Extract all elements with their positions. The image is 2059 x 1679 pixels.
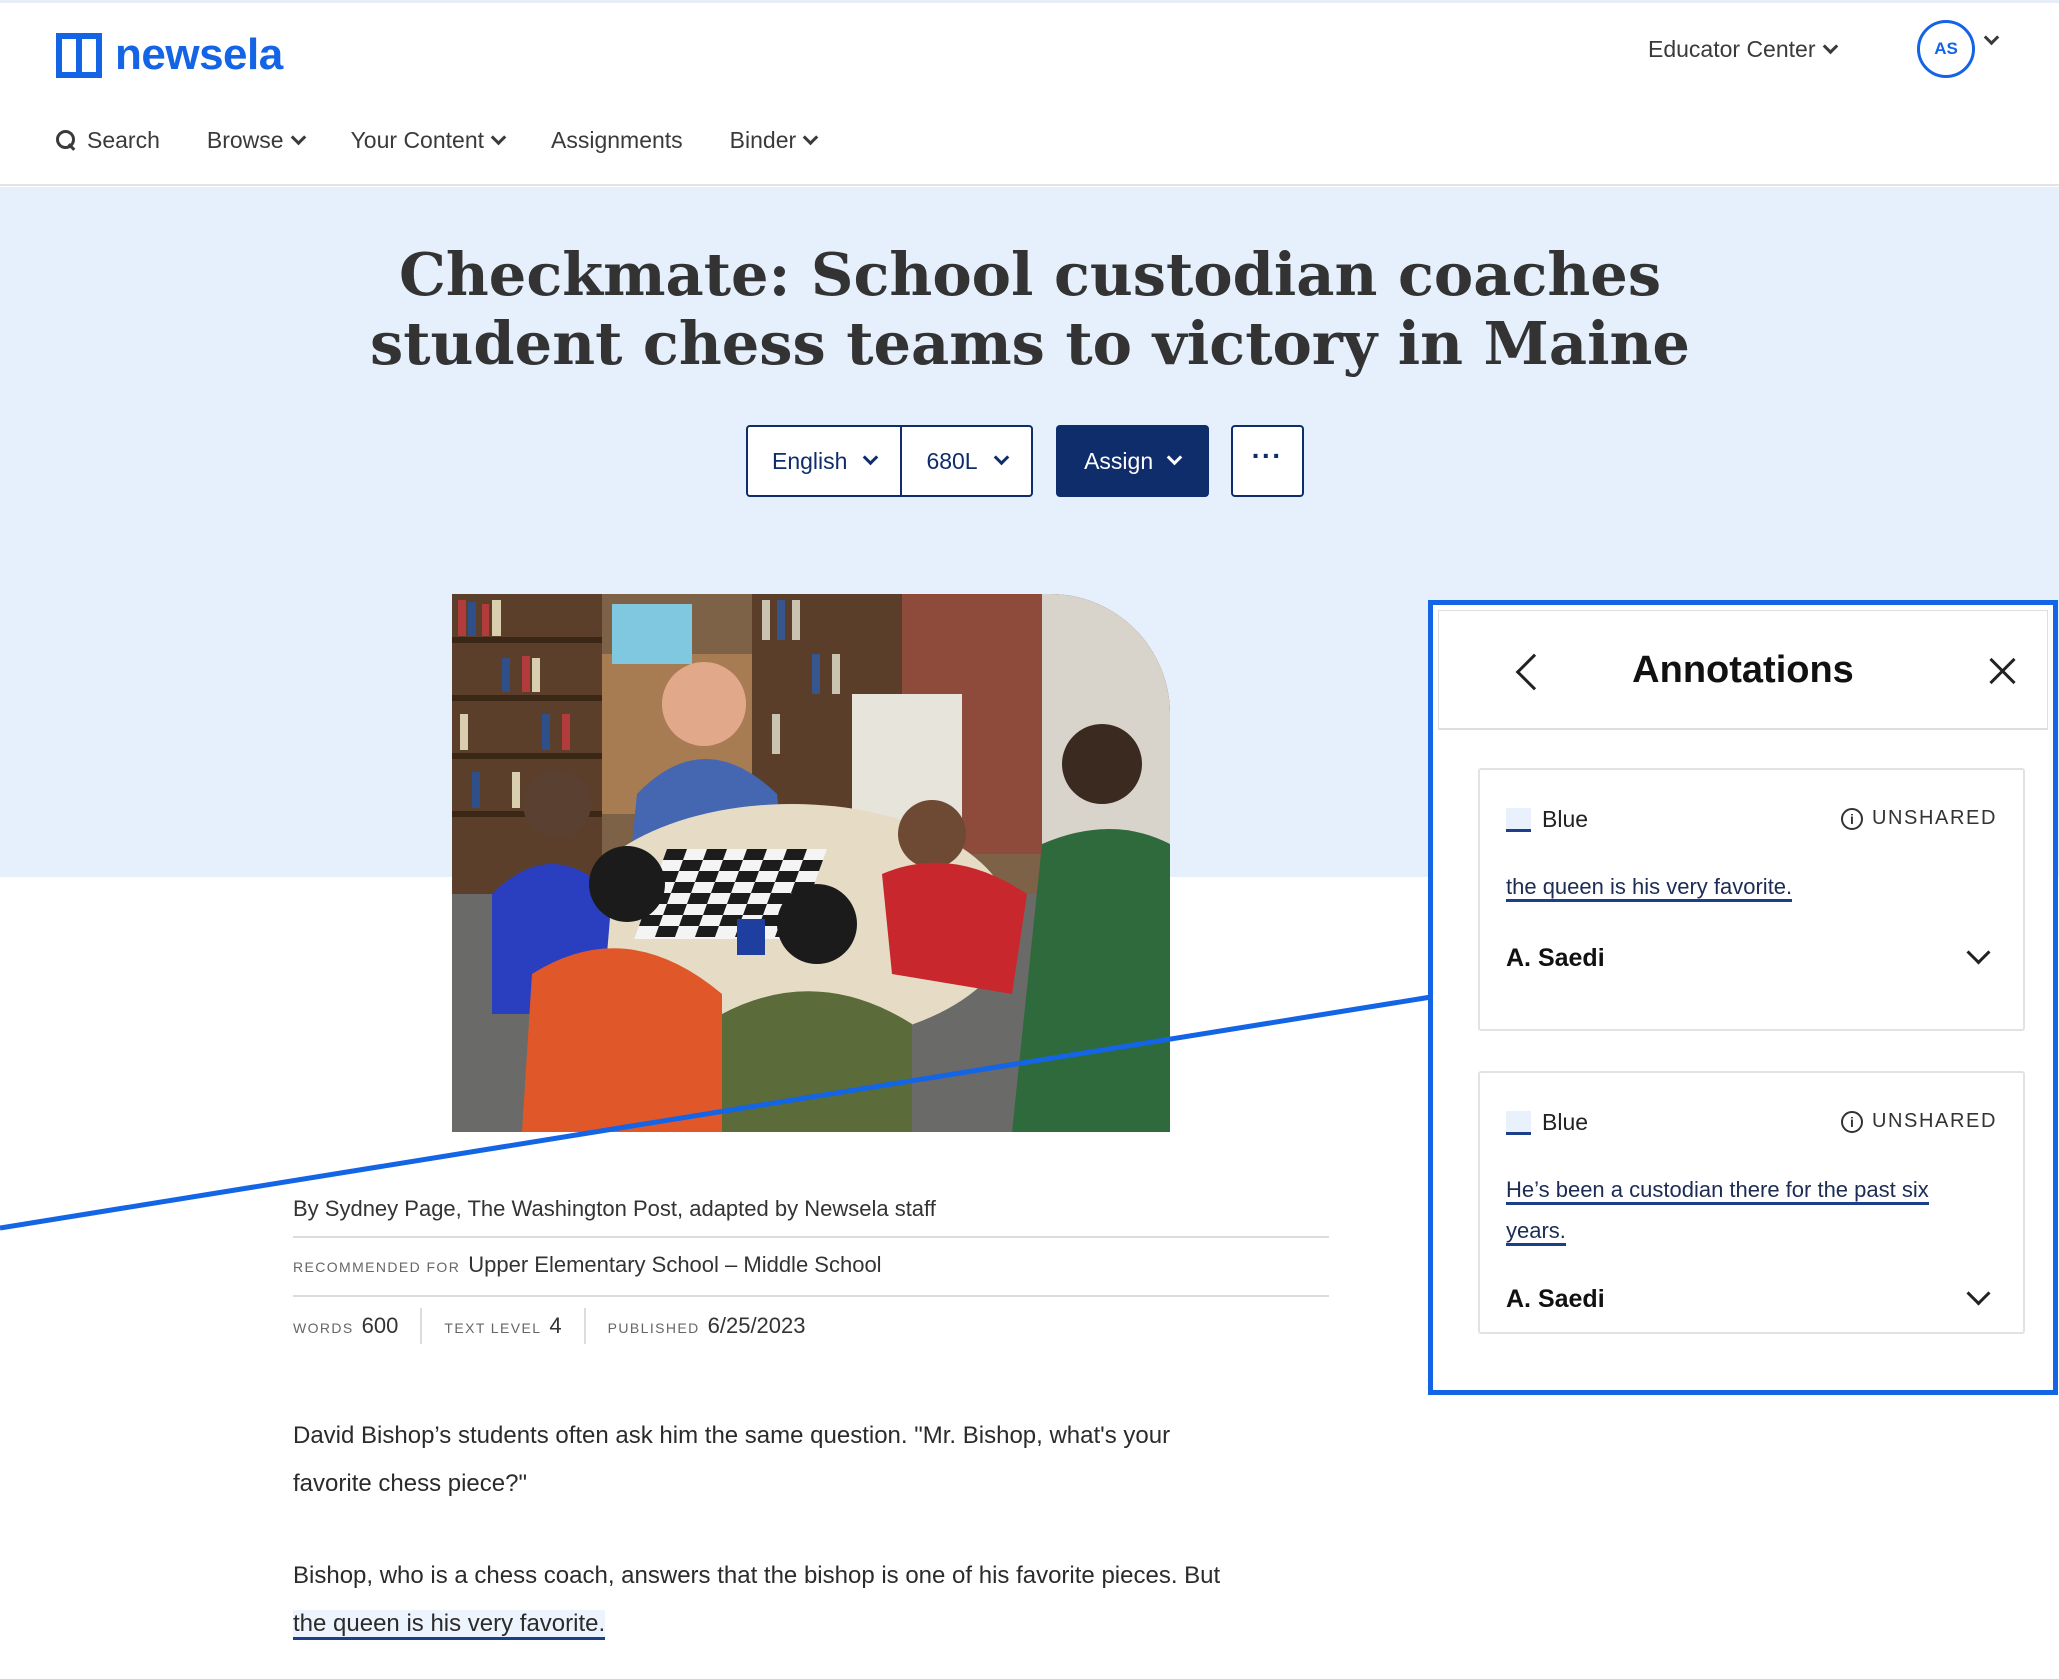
assign-label: Assign: [1084, 447, 1154, 474]
annotation-author: A. Saedi: [1506, 1285, 1605, 1313]
words-value: 600: [361, 1313, 399, 1338]
info-icon: i: [1840, 1110, 1863, 1133]
share-status: i UNSHARED: [1840, 807, 1997, 830]
more-options-button[interactable]: ···: [1230, 425, 1304, 497]
annotation-card[interactable]: Blue i UNSHARED He’s been a custodian th…: [1478, 1071, 2025, 1334]
published-date: Published 6/25/2023: [608, 1313, 806, 1339]
highlight-color-label: Blue: [1542, 806, 1589, 832]
recommended-for-value: Upper Elementary School – Middle School: [468, 1252, 882, 1277]
nav-your-content[interactable]: Your Content: [350, 127, 507, 154]
chevron-down-icon: [490, 129, 507, 145]
text-level-value: 4: [549, 1313, 562, 1338]
divider: [293, 1236, 1329, 1238]
stat-divider: [583, 1308, 586, 1344]
account-chevron-down-icon[interactable]: [1983, 29, 2000, 46]
assign-button[interactable]: Assign: [1055, 425, 1209, 497]
chevron-down-icon: [290, 129, 306, 145]
article-byline: By Sydney Page, The Washington Post, ada…: [293, 1196, 936, 1221]
chevron-down-icon[interactable]: [1966, 940, 1991, 965]
highlight-color-label: Blue: [1542, 1109, 1589, 1135]
avatar-initials: AS: [1934, 39, 1958, 58]
word-count: Words 600: [293, 1313, 398, 1339]
text-level-label: Text level: [444, 1320, 542, 1336]
nav-assignments[interactable]: Assignments: [551, 127, 683, 154]
chevron-down-icon: [802, 129, 819, 145]
chevron-down-icon[interactable]: [1966, 1281, 1991, 1306]
quote-line: the queen is his very favorite.: [1506, 874, 1793, 902]
lexile-dropdown[interactable]: 680L: [900, 427, 1030, 495]
nav-binder[interactable]: Binder: [729, 127, 819, 154]
nav-browse[interactable]: Browse: [206, 127, 306, 154]
annotation-author: A. Saedi: [1506, 944, 1605, 972]
article-photo: [452, 594, 1170, 1132]
annotations-title: Annotations: [1632, 649, 1854, 691]
chevron-down-icon: [993, 449, 1009, 466]
educator-center-label: Educator Center: [1648, 36, 1816, 62]
share-status-label: UNSHARED: [1871, 807, 1997, 829]
nav-search-label: Search: [87, 127, 160, 153]
paragraph-line: favorite chess piece?": [293, 1470, 527, 1497]
nav-your-content-label: Your Content: [350, 127, 484, 153]
highlighted-annotation-text[interactable]: the queen is his very favorite.: [293, 1610, 606, 1640]
search-icon: [56, 129, 78, 152]
close-icon[interactable]: [1987, 656, 2017, 686]
logo-text: newsela: [115, 30, 283, 79]
article-paragraph-2: Bishop, who is a chess coach, answers th…: [293, 1552, 1333, 1648]
annotations-panel-header: Annotations: [1438, 610, 2048, 730]
stat-divider: [420, 1308, 423, 1344]
highlight-color-swatch: [1506, 1111, 1531, 1135]
divider: [293, 1295, 1329, 1297]
chevron-down-icon: [1166, 449, 1183, 466]
article-stats: Words 600 Text level 4 Published 6/25/20…: [293, 1308, 806, 1344]
annotations-panel: Annotations Blue i UNSHARED the queen is…: [1428, 600, 2058, 1395]
share-status-label: UNSHARED: [1871, 1110, 1997, 1132]
newsela-logo-icon: [56, 32, 102, 78]
newsela-logo[interactable]: newsela: [56, 30, 283, 80]
annotation-card[interactable]: Blue i UNSHARED the queen is his very fa…: [1478, 768, 2025, 1031]
recommended-for-label: Recommended for: [293, 1259, 461, 1275]
chevron-down-icon: [863, 449, 879, 466]
quote-line: years.: [1506, 1218, 1566, 1246]
chess-club-photo: [452, 594, 1170, 1132]
site-header: newsela Educator Center AS Search Browse…: [0, 3, 2059, 186]
chevron-down-icon: [1823, 38, 1839, 54]
nav-binder-label: Binder: [729, 127, 797, 153]
recommended-for: Recommended for Upper Elementary School …: [293, 1252, 882, 1278]
paragraph-line: Bishop, who is a chess coach, answers th…: [293, 1562, 1221, 1589]
user-avatar[interactable]: AS: [1917, 20, 1975, 78]
educator-center-menu[interactable]: Educator Center: [1648, 36, 1839, 63]
language-label: English: [772, 447, 848, 474]
article-title-line-2: student chess teams to victory in Maine: [370, 309, 1690, 378]
highlight-color-swatch: [1506, 808, 1531, 832]
language-dropdown[interactable]: English: [748, 427, 900, 495]
main-nav: Search Browse Your Content Assignments B…: [56, 127, 819, 154]
nav-assignments-label: Assignments: [551, 127, 683, 153]
nav-browse-label: Browse: [206, 127, 284, 153]
paragraph-line: David Bishop’s students often ask him th…: [293, 1422, 1171, 1449]
text-level: Text level 4: [444, 1313, 561, 1339]
share-status: i UNSHARED: [1840, 1110, 1997, 1133]
article-controls: English 680L Assign ···: [746, 425, 1304, 497]
annotation-quote: He’s been a custodian there for the past…: [1506, 1169, 1986, 1251]
words-label: Words: [293, 1320, 354, 1336]
published-value: 6/25/2023: [707, 1313, 806, 1338]
version-selector: English 680L: [746, 425, 1033, 497]
article-title: Checkmate: School custodian coaches stud…: [300, 240, 1760, 378]
lexile-label: 680L: [926, 447, 978, 474]
published-label: Published: [607, 1320, 700, 1336]
info-icon: i: [1840, 807, 1863, 830]
quote-line: He’s been a custodian there for the past…: [1506, 1177, 1929, 1205]
ellipsis-icon: ···: [1251, 440, 1283, 471]
nav-search[interactable]: Search: [56, 127, 160, 154]
article-title-line-1: Checkmate: School custodian coaches: [398, 240, 1662, 309]
article-paragraph-1: David Bishop’s students often ask him th…: [293, 1412, 1333, 1508]
annotation-quote: the queen is his very favorite.: [1506, 866, 1986, 907]
